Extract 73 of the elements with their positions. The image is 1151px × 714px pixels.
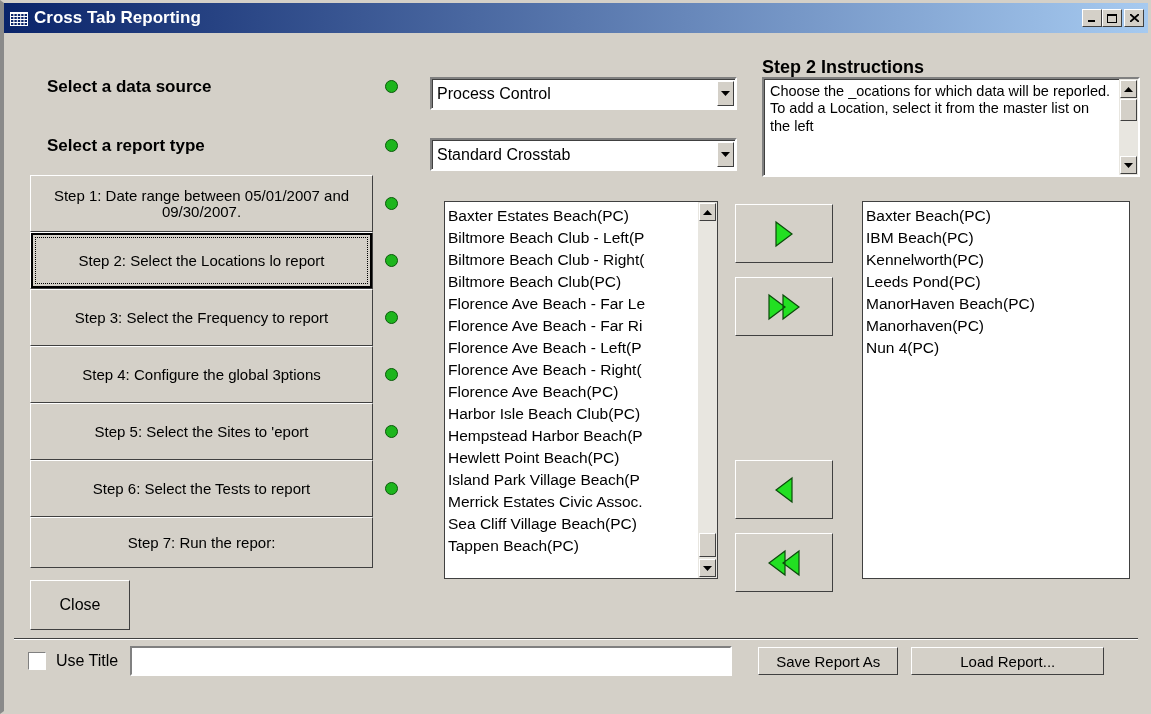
scroll-up-icon (1124, 86, 1133, 92)
close-button[interactable] (1124, 9, 1144, 27)
list-item[interactable]: Florence Ave Beach(PC) (448, 381, 698, 403)
dropdown[interactable]: Standard Crosstab (430, 138, 737, 171)
scrollbar[interactable] (1119, 79, 1138, 175)
step-button[interactable]: Step 7: Run the repor: (30, 517, 373, 568)
instructions-text: Choose the _ocations for which data will be reporled. To add a Location, select it from the master list on the left (770, 83, 1112, 136)
step-button[interactable]: Step 5: Select the Sites to 'eport (30, 403, 373, 460)
list-item[interactable]: Manorhaven(PC) (866, 315, 1129, 337)
dropdown-button[interactable] (717, 142, 734, 167)
scroll-up-button[interactable] (699, 203, 716, 221)
list-item[interactable]: Florence Ave Beach - Far Le (448, 293, 698, 315)
list-item[interactable]: ManorHaven Beach(PC) (866, 293, 1129, 315)
load-button[interactable]: Load Report... (911, 647, 1105, 675)
list-item[interactable]: Hewlett Point Beach(PC) (448, 447, 698, 469)
list-item[interactable]: Tappen Beach(PC) (448, 535, 698, 557)
list-item[interactable]: Sea Cliff Village Beach(PC) (448, 513, 698, 535)
double-left-arrow-icon (768, 548, 800, 577)
list-item[interactable]: Biltmore Beach Club - Right( (448, 249, 698, 271)
window-title: Cross Tab Reporting (34, 8, 202, 28)
scroll-down-icon (1124, 162, 1133, 168)
instructions-heading: Step 2 Instructions (762, 57, 926, 77)
step-button[interactable]: Step 1: Date range between 05/01/2007 and 09/30/2007. (30, 175, 373, 232)
list-item[interactable]: Leeds Pond(PC) (866, 271, 1129, 293)
scroll-thumb[interactable] (699, 533, 716, 557)
list-item[interactable]: Kennelworth(PC) (866, 249, 1129, 271)
list-item[interactable]: Nun 4(PC) (866, 337, 1129, 359)
list-item[interactable]: Hempstead Harbor Beach(P (448, 425, 698, 447)
list-item[interactable]: Biltmore Beach Club(PC) (448, 271, 698, 293)
minimize-button[interactable] (1082, 9, 1102, 27)
table-icon (10, 10, 28, 26)
maximize-icon (1107, 13, 1117, 23)
list-item[interactable]: Biltmore Beach Club - Left(P (448, 227, 698, 249)
step-button[interactable]: Step 4: Configure the global 3ptions (30, 346, 373, 403)
step-button[interactable]: Step 2: Select the Locations lo report (30, 232, 373, 289)
close-button[interactable]: Close (30, 580, 130, 630)
dropdown-arrow-icon (721, 152, 730, 157)
list-item[interactable]: Florence Ave Beach - Left(P (448, 337, 698, 359)
list-item[interactable]: Florence Ave Beach - Right( (448, 359, 698, 381)
list-item[interactable]: Florence Ave Beach - Far Ri (448, 315, 698, 337)
field-label: Select a data source (46, 76, 213, 97)
scroll-down-icon (703, 565, 712, 571)
step-button[interactable]: Step 6: Select the Tests to report (30, 460, 373, 517)
maximize-button[interactable] (1102, 9, 1122, 27)
list-item[interactable]: Harbor Isle Beach Club(PC) (448, 403, 698, 425)
scroll-up-button[interactable] (1120, 80, 1137, 98)
scroll-down-button[interactable] (1120, 156, 1137, 174)
list-item[interactable]: Merrick Estates Civic Assoc. (448, 491, 698, 513)
close-icon (1129, 14, 1139, 22)
save-button[interactable]: Save Report As (758, 647, 899, 675)
move-button[interactable] (735, 460, 833, 519)
scrollbar[interactable] (698, 202, 717, 578)
move-button[interactable] (735, 204, 833, 263)
left-arrow-icon (775, 475, 793, 504)
right-arrow-icon (775, 219, 793, 248)
scroll-up-icon (703, 209, 712, 215)
checkbox-label: Use Title (56, 652, 119, 670)
step-button[interactable]: Step 3: Select the Frequency to report (30, 289, 373, 346)
list-item[interactable]: Baxter Estates Beach(PC) (448, 205, 698, 227)
dropdown-button[interactable] (717, 81, 734, 106)
list-item[interactable]: IBM Beach(PC) (866, 227, 1129, 249)
double-right-arrow-icon (768, 292, 800, 321)
move-button[interactable] (735, 533, 833, 592)
scroll-down-button[interactable] (699, 559, 716, 577)
checkbox[interactable] (28, 652, 46, 670)
scroll-thumb[interactable] (1120, 99, 1137, 121)
list-item[interactable]: Baxter Beach(PC) (866, 205, 1129, 227)
dropdown-arrow-icon (721, 91, 730, 96)
title-field[interactable] (130, 646, 733, 676)
list-item[interactable]: Island Park Village Beach(P (448, 469, 698, 491)
move-button[interactable] (735, 277, 833, 336)
field-label: Select a report type (46, 135, 206, 156)
dropdown[interactable]: Process Control (430, 77, 737, 110)
